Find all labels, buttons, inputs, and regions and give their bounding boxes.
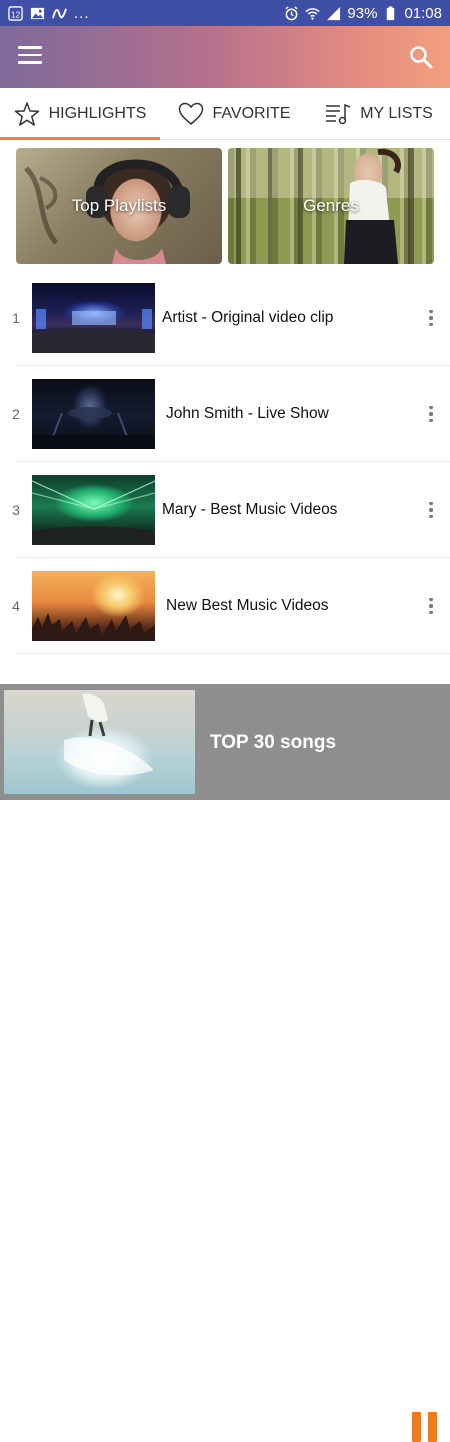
video-title[interactable]: Mary - Best Music Videos bbox=[162, 501, 337, 519]
tab-favorite-label: FAVORITE bbox=[212, 104, 291, 122]
video-thumbnail[interactable] bbox=[32, 283, 155, 353]
video-title[interactable]: John Smith - Live Show bbox=[166, 405, 329, 423]
alarm-icon bbox=[285, 5, 299, 20]
video-row[interactable]: 1 Artist - Original video clip bbox=[0, 270, 450, 366]
video-row[interactable]: 3 Mary - Best Music Videos bbox=[0, 462, 450, 558]
top-playlists-card[interactable]: Top Playlists bbox=[16, 148, 222, 264]
notification-app-icon: 12 bbox=[8, 5, 23, 21]
star-icon bbox=[14, 101, 39, 126]
track-title: TOP 30 songs bbox=[210, 732, 337, 753]
green-laser-concert-image bbox=[32, 480, 155, 545]
surfer-image bbox=[64, 693, 154, 776]
battery-percentage: 93% bbox=[347, 4, 378, 22]
music-app-icon bbox=[52, 8, 67, 18]
svg-text:12: 12 bbox=[11, 9, 21, 19]
video-number: 1 bbox=[12, 310, 20, 326]
video-thumbnail[interactable] bbox=[32, 475, 155, 545]
concert-stage-image bbox=[32, 309, 155, 353]
tab-favorite[interactable]: FAVORITE bbox=[160, 88, 308, 139]
video-row[interactable]: 4 New Best Music Videos bbox=[0, 558, 450, 654]
tab-my-lists-label: MY LISTS bbox=[360, 104, 433, 122]
top-playlists-label: Top Playlists bbox=[71, 196, 167, 215]
tab-highlights[interactable]: HIGHLIGHTS bbox=[0, 88, 160, 140]
heart-icon bbox=[178, 102, 203, 125]
wifi-icon bbox=[305, 7, 321, 20]
clock: 01:08 bbox=[404, 4, 442, 22]
signal-icon bbox=[327, 6, 341, 20]
tab-bar: HIGHLIGHTS FAVORITE MY LISTS bbox=[0, 88, 450, 140]
mini-player[interactable]: TOP 30 songs bbox=[0, 684, 450, 1442]
video-number: 4 bbox=[12, 598, 20, 614]
playlist-icon bbox=[326, 103, 351, 124]
video-title[interactable]: Artist - Original video clip bbox=[162, 309, 333, 327]
gallery-icon bbox=[30, 7, 45, 19]
video-row[interactable]: 2 John Smith - Live Show bbox=[0, 366, 450, 462]
genres-label: Genres bbox=[303, 196, 359, 215]
tab-my-lists[interactable]: MY LISTS bbox=[308, 88, 450, 139]
video-number: 3 bbox=[12, 502, 20, 518]
tab-highlights-label: HIGHLIGHTS bbox=[48, 104, 147, 122]
app-bar bbox=[0, 26, 450, 88]
video-thumbnail[interactable] bbox=[32, 379, 155, 449]
battery-icon bbox=[387, 5, 395, 20]
more-options-icon[interactable] bbox=[424, 499, 438, 521]
drummer-stage-image bbox=[32, 407, 155, 449]
video-title[interactable]: New Best Music Videos bbox=[166, 597, 329, 615]
more-notifications-indicator: ... bbox=[74, 4, 90, 22]
status-bar: 12 ... 93% 01:08 bbox=[0, 0, 450, 26]
video-number: 2 bbox=[12, 406, 20, 422]
player-video[interactable] bbox=[4, 690, 195, 794]
more-options-icon[interactable] bbox=[424, 595, 438, 617]
pause-icon[interactable] bbox=[412, 1412, 438, 1442]
hamburger-menu-icon[interactable] bbox=[18, 46, 42, 66]
search-icon[interactable] bbox=[408, 44, 434, 70]
genres-card[interactable]: Genres bbox=[228, 148, 434, 264]
more-options-icon[interactable] bbox=[424, 403, 438, 425]
crowd-hands-image bbox=[32, 613, 155, 641]
video-thumbnail[interactable] bbox=[32, 571, 155, 641]
more-options-icon[interactable] bbox=[424, 307, 438, 329]
